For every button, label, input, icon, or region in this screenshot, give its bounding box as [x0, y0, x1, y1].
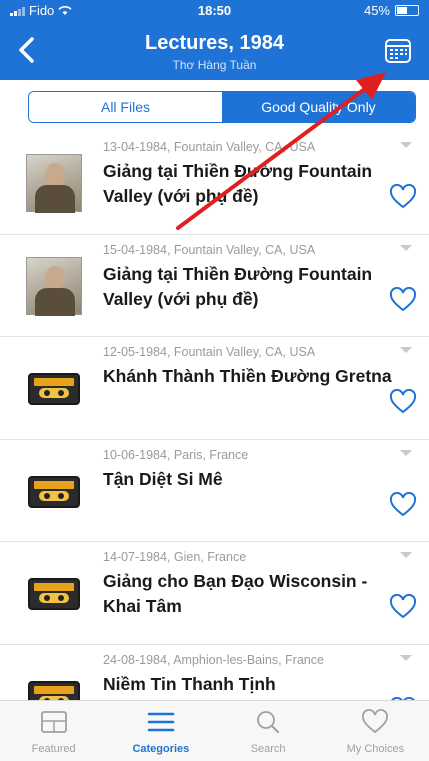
battery-group: 45%	[364, 3, 419, 18]
list-item[interactable]: 13-04-1984, Fountain Valley, CA, USA Giả…	[0, 132, 429, 235]
lecture-list: 13-04-1984, Fountain Valley, CA, USA Giả…	[0, 132, 429, 700]
lecture-title: Khánh Thành Thiền Đường Gretna	[103, 366, 392, 386]
page-title: Lectures, 1984	[145, 32, 284, 54]
list-item[interactable]: 10-06-1984, Paris, France Tận Diệt Si Mê	[0, 440, 429, 542]
lecture-photo	[26, 256, 82, 316]
page-subtitle: Thơ Hàng Tuần	[172, 58, 257, 72]
lecture-meta: 13-04-1984, Fountain Valley, CA, USA	[103, 140, 316, 154]
heart-icon[interactable]	[389, 184, 417, 210]
status-bar: Fido 18:50 45%	[0, 0, 429, 22]
lecture-meta: 12-05-1984, Fountain Valley, CA, USA	[103, 345, 316, 359]
lecture-title: Giảng tại Thiền Đường Fountain Valley (v…	[103, 161, 373, 206]
lecture-meta: 24-08-1984, Amphion-les-Bains, France	[103, 652, 324, 667]
lecture-title: Tận Diệt Si Mê	[103, 468, 223, 489]
navigation-bar: Lectures, 1984 Thơ Hàng Tuần	[0, 22, 429, 80]
chevron-down-icon[interactable]	[400, 552, 412, 558]
segment-all-files[interactable]: All Files	[29, 92, 222, 122]
lecture-meta: 14-07-1984, Gien, France	[103, 550, 247, 564]
lecture-meta: 15-04-1984, Fountain Valley, CA, USA	[103, 242, 316, 257]
lecture-title: Giảng cho Bạn Đạo Wisconsin - Khai Tâm	[103, 571, 368, 616]
battery-percent: 45%	[363, 3, 390, 18]
chevron-down-icon[interactable]	[400, 449, 412, 456]
segment-good-quality[interactable]: Good Quality Only	[222, 92, 415, 122]
chevron-down-icon[interactable]	[400, 244, 412, 251]
tab-label: Featured	[31, 743, 76, 755]
list-item[interactable]: 15-04-1984, Fountain Valley, CA, USA Giả…	[0, 235, 429, 337]
lecture-title: Niềm Tin Thanh Tịnh	[103, 673, 276, 694]
tab-label: My Choices	[346, 743, 405, 755]
lecture-photo	[26, 154, 82, 213]
chevron-down-icon[interactable]	[400, 654, 412, 661]
tab-my-choices[interactable]: My Choices	[322, 701, 429, 761]
tab-bar: Featured Categories Search My Choices	[0, 700, 429, 761]
cassette-icon	[28, 373, 80, 405]
heart-icon[interactable]	[389, 491, 417, 518]
featured-icon	[40, 711, 67, 733]
list-item[interactable]: 14-07-1984, Gien, France Giảng cho Bạn Đ…	[0, 542, 429, 645]
lecture-meta: 10-06-1984, Paris, France	[103, 447, 249, 462]
chevron-down-icon[interactable]	[400, 347, 412, 353]
tab-search[interactable]: Search	[215, 701, 322, 761]
heart-icon[interactable]	[389, 389, 417, 415]
search-icon	[257, 711, 280, 733]
list-item[interactable]: 12-05-1984, Fountain Valley, CA, USA Khá…	[0, 337, 429, 440]
battery-icon	[395, 5, 419, 16]
tab-label: Categories	[132, 743, 190, 755]
chevron-down-icon[interactable]	[400, 142, 412, 148]
calendar-icon[interactable]	[383, 36, 413, 66]
quality-filter-segment: All Files Good Quality Only	[28, 91, 416, 123]
tab-label: Search	[250, 743, 286, 755]
tab-featured[interactable]: Featured	[0, 701, 107, 761]
heart-icon[interactable]	[389, 286, 417, 313]
cassette-icon	[28, 578, 80, 610]
tab-categories[interactable]: Categories	[107, 701, 214, 761]
cassette-icon	[28, 475, 80, 508]
lecture-title: Giảng tại Thiền Đường Fountain Valley (v…	[103, 263, 373, 309]
heart-icon[interactable]	[389, 594, 417, 620]
back-button[interactable]	[12, 34, 42, 66]
list-item[interactable]: 24-08-1984, Amphion-les-Bains, France Ni…	[0, 645, 429, 700]
categories-icon	[147, 712, 175, 732]
heart-icon	[362, 709, 389, 734]
cassette-icon	[28, 680, 80, 700]
